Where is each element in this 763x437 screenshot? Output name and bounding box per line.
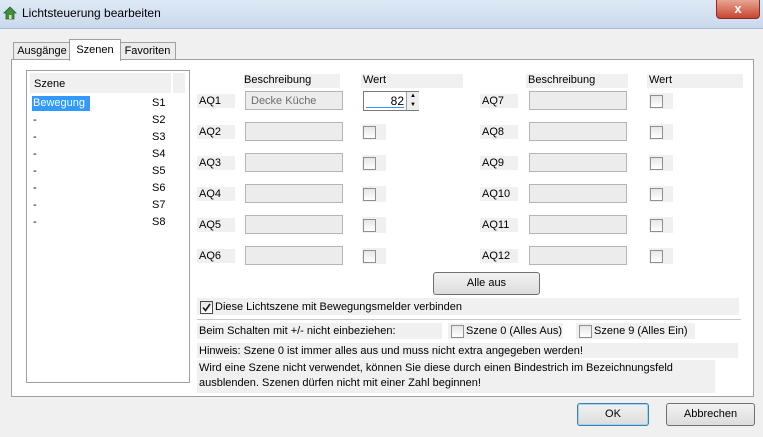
description-field[interactable]: [529, 246, 627, 265]
value-checkbox[interactable]: [363, 157, 376, 170]
scene-id: S6: [152, 182, 166, 194]
scene0-label: Szene 0 (Alles Aus): [466, 325, 562, 337]
value-checkbox[interactable]: [650, 157, 663, 170]
scene-name[interactable]: -: [33, 216, 37, 228]
output-label: AQ2: [199, 126, 222, 138]
value-underline: [366, 107, 404, 108]
tab-label: Szenen: [76, 44, 114, 56]
scene-name[interactable]: Bewegung: [33, 97, 85, 109]
description-field[interactable]: [529, 215, 627, 234]
close-button[interactable]: x: [716, 0, 760, 19]
output-label: AQ4: [199, 188, 222, 200]
exclude-label: Beim Schalten mit +/- nicht einbeziehen:: [199, 325, 396, 337]
motion-sensor-checkbox[interactable]: [200, 301, 213, 314]
motion-sensor-label: Diese Lichtszene mit Bewegungsmelder ver…: [215, 301, 463, 313]
scene-name[interactable]: -: [33, 165, 37, 177]
scene-name[interactable]: -: [33, 114, 37, 126]
list-header-spacer: [173, 73, 185, 93]
window-title: Lichtsteuerung bearbeiten: [22, 6, 161, 20]
scene-id: S7: [152, 199, 166, 211]
tab-label: Favoriten: [124, 45, 171, 57]
output-label: AQ10: [482, 188, 511, 200]
value-checkbox[interactable]: [363, 219, 376, 232]
scene-id: S5: [152, 165, 166, 177]
description-field[interactable]: [529, 184, 627, 203]
value-header-right: Wert: [649, 74, 673, 86]
output-label: AQ11: [482, 219, 510, 231]
output-label: AQ5: [199, 219, 222, 231]
description-field[interactable]: [245, 246, 343, 265]
description-field[interactable]: Decke Küche: [245, 91, 343, 110]
description-field[interactable]: [245, 215, 343, 234]
description-field[interactable]: [529, 91, 627, 110]
value-checkbox[interactable]: [650, 188, 663, 201]
scene9-checkbox[interactable]: [579, 325, 592, 338]
scene-id: S1: [152, 97, 166, 109]
aq1-value: 82: [390, 94, 404, 108]
value-checkbox[interactable]: [363, 126, 376, 139]
ok-label: OK: [605, 408, 621, 420]
decrement-arrow-icon[interactable]: ▼: [406, 101, 419, 110]
tab-favoriten[interactable]: Favoriten: [119, 42, 176, 60]
value-checkbox[interactable]: [650, 95, 663, 108]
hint-line-1: Wird eine Szene nicht verwendet, können …: [199, 362, 673, 374]
description-field[interactable]: [245, 153, 343, 172]
scene9-label: Szene 9 (Alles Ein): [594, 325, 688, 337]
value-header-left: Wert: [363, 74, 387, 86]
all-off-label: Alle aus: [466, 277, 507, 289]
all-off-button[interactable]: Alle aus: [433, 272, 540, 295]
ok-button[interactable]: OK: [577, 403, 649, 426]
output-label: AQ12: [482, 250, 511, 262]
scene-list[interactable]: Szene Bewegung S1 - S2 - S3 - S4 - S5 - S6 - S7 - S8: [26, 70, 190, 383]
scene-name[interactable]: -: [33, 131, 37, 143]
scene-name[interactable]: -: [33, 148, 37, 160]
scene-id: S4: [152, 148, 166, 160]
desc-header-right: Beschreibung: [528, 74, 596, 86]
scene-name[interactable]: -: [33, 199, 37, 211]
value-checkbox[interactable]: [363, 250, 376, 263]
check-icon: [202, 303, 211, 312]
description-field[interactable]: [245, 122, 343, 141]
scene-id: S3: [152, 131, 166, 143]
scene-id: S2: [152, 114, 166, 126]
hint-line-2: ausblenden. Szenen dürfen nicht mit eine…: [199, 377, 481, 389]
tab-szenen[interactable]: Szenen: [69, 39, 121, 61]
scene-name[interactable]: -: [33, 182, 37, 194]
desc-header-left: Beschreibung: [244, 74, 312, 86]
scene0-checkbox[interactable]: [451, 325, 464, 338]
home-icon: [3, 6, 17, 20]
close-icon: x: [734, 1, 742, 16]
description-field[interactable]: [529, 122, 627, 141]
cancel-label: Abbrechen: [683, 408, 738, 420]
value-checkbox[interactable]: [650, 250, 663, 263]
hint-scene0: Hinweis: Szene 0 ist immer alles aus und…: [199, 345, 583, 357]
cancel-button[interactable]: Abbrechen: [666, 403, 755, 426]
list-header-scene: Szene: [34, 78, 66, 90]
divider: [197, 319, 741, 320]
description-field[interactable]: [529, 153, 627, 172]
output-label: AQ6: [199, 250, 222, 262]
description-field[interactable]: [245, 184, 343, 203]
tab-label: Ausgänge: [17, 45, 67, 57]
output-label: AQ8: [482, 126, 505, 138]
output-label: AQ1: [199, 95, 222, 107]
value-checkbox[interactable]: [650, 126, 663, 139]
scene-id: S8: [152, 216, 166, 228]
output-label: AQ3: [199, 157, 222, 169]
tab-ausgaenge[interactable]: Ausgänge: [13, 42, 71, 60]
output-label: AQ9: [482, 157, 505, 169]
aq1-value-stepper[interactable]: 82 ▲ ▼: [363, 91, 419, 111]
value-checkbox[interactable]: [363, 188, 376, 201]
value-checkbox[interactable]: [650, 219, 663, 232]
output-label: AQ7: [482, 95, 505, 107]
